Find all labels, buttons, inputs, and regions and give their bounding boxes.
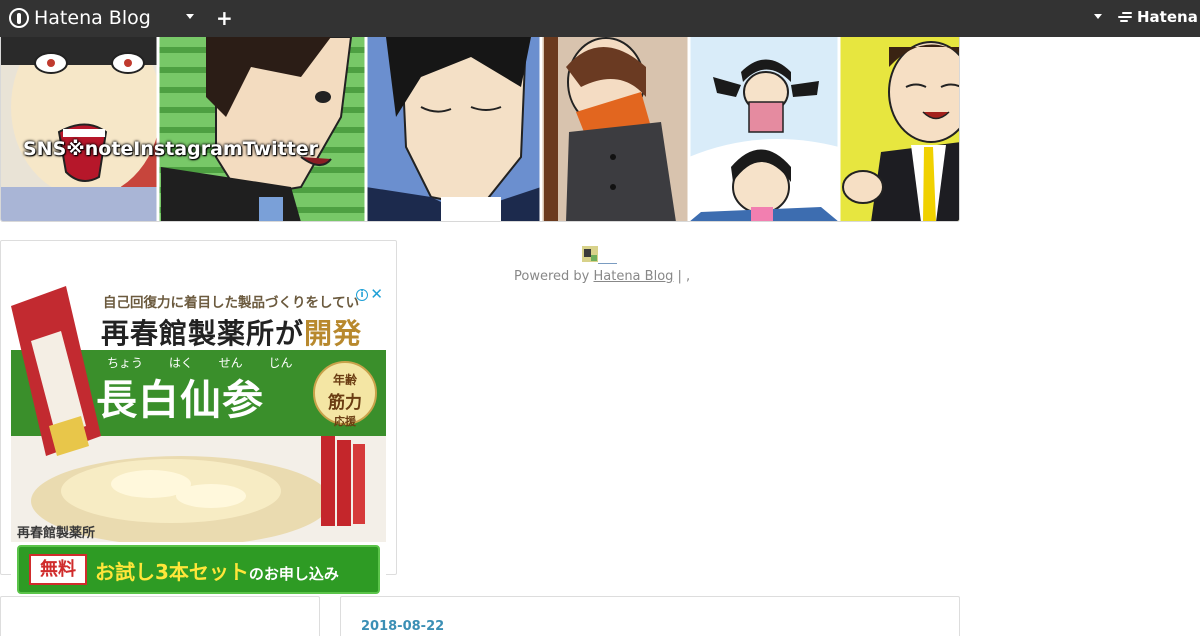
close-icon[interactable]: ✕ [370, 286, 383, 302]
entry-date-link[interactable]: 2018-08-22 [361, 619, 444, 634]
ad-cta-label: お試し3本セットのお申し込み [95, 560, 339, 584]
hatena-blog-link[interactable]: Hatena Blog [593, 269, 673, 284]
hatena-blog-home-link[interactable]: Hatena Blog [9, 7, 151, 29]
blog-title-link[interactable]: SNS※noteInstagramTwitter [23, 138, 318, 160]
ad-tagline: 自己回復力に着目した製品づくりをしてい [103, 295, 360, 311]
global-header: Hatena Blog + Hatena [0, 0, 1200, 37]
powered-by: Powered by Hatena Blog | , [514, 269, 691, 284]
ad-product-name: 長白仙参 [96, 376, 264, 424]
hatena-logo-icon [1118, 10, 1134, 24]
hatena-blog-logo-icon [9, 8, 29, 28]
add-entry-plus-icon[interactable]: + [216, 7, 233, 29]
ad-cta-free-badge: 無料 [29, 554, 87, 585]
blog-icon [582, 246, 598, 262]
account-menu-chevron-down-icon[interactable] [1094, 14, 1102, 19]
ad-stick-pack-image [11, 286, 101, 456]
hatena-link[interactable]: Hatena [1118, 8, 1198, 26]
blog-icon-link-underline [598, 263, 617, 264]
brand-label: Hatena Blog [34, 7, 151, 29]
ad-company: 再春館製薬所 [17, 526, 96, 541]
manga-panels-image [1, 37, 959, 221]
advertisement[interactable]: i ✕ 自己回復力に着目した製品づくりをしてい 再春館製薬所が開発 ちょう はく… [11, 286, 386, 598]
ad-cta-button[interactable]: 無料 お試し3本セットのお申し込み [17, 545, 380, 594]
ad-headline: 再春館製薬所が開発 [101, 317, 363, 350]
hatena-label: Hatena [1137, 8, 1198, 26]
ad-badge: 年齢 筋力 応援 [313, 361, 377, 428]
blog-header-image[interactable]: SNS※noteInstagramTwitter [0, 37, 960, 222]
sidebar-column [0, 596, 320, 636]
blog-menu-chevron-down-icon[interactable] [186, 14, 194, 19]
